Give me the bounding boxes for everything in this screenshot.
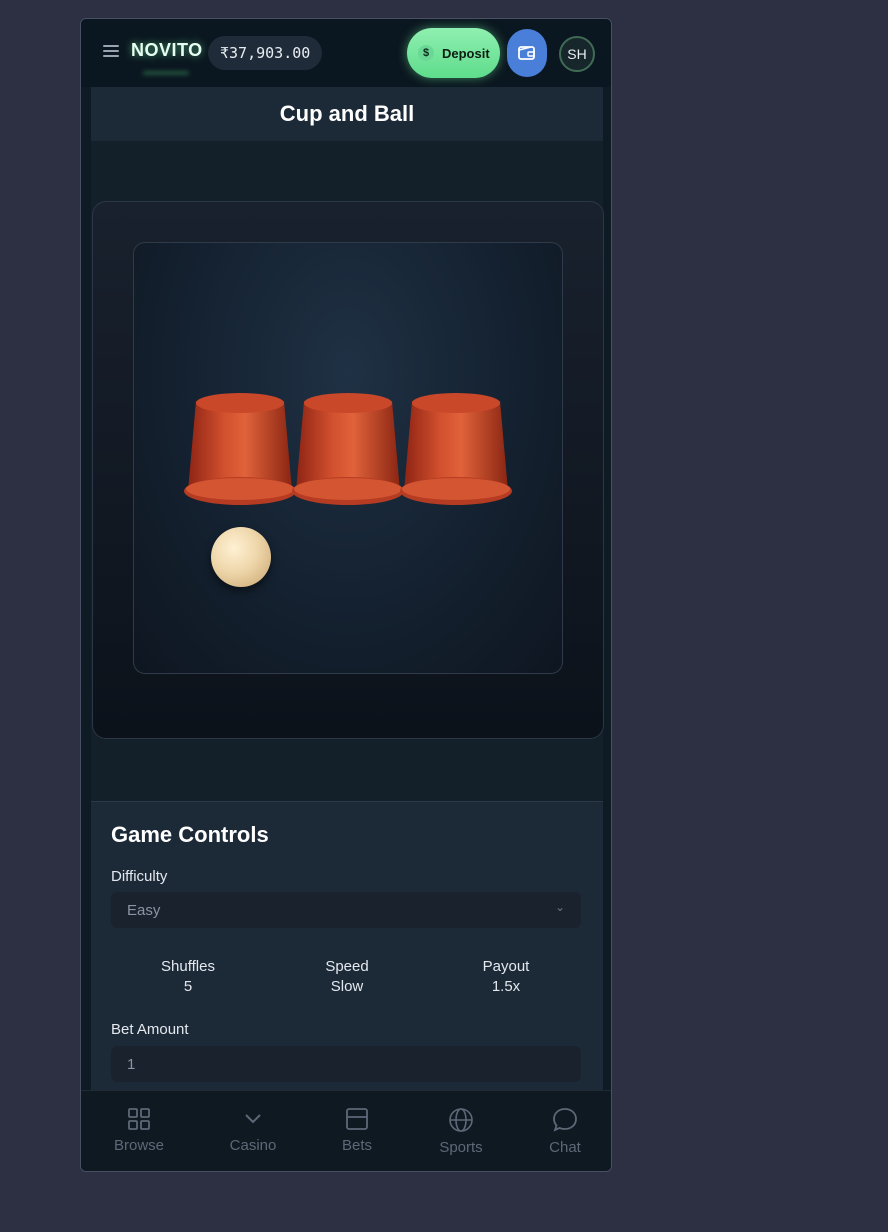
wallet-button[interactable] <box>507 29 547 77</box>
brand-logo[interactable]: NOVITO <box>131 40 203 61</box>
globe-icon <box>449 1108 473 1132</box>
controls-title: Game Controls <box>111 822 269 847</box>
nav-label: Casino <box>229 1137 277 1154</box>
stat-speed: Speed Slow <box>267 957 427 997</box>
bet-amount-label: Bet Amount <box>111 1021 189 1038</box>
cup-table <box>133 242 563 674</box>
chevron-down-icon: ⌄ <box>554 900 565 914</box>
stat-value: 1.5x <box>491 978 521 995</box>
grid-icon <box>128 1108 150 1130</box>
cup-1[interactable] <box>182 391 298 523</box>
ticket-icon <box>346 1108 368 1130</box>
stat-label: Payout <box>482 958 530 975</box>
stat-payout: Payout 1.5x <box>426 957 586 997</box>
app-frame: NOVITO ₹37,903.00 $ Deposit SH Cup and B… <box>80 18 612 1172</box>
chat-bubble-icon <box>553 1108 577 1132</box>
stat-value: Slow <box>330 978 364 995</box>
game-controls-panel: Game Controls Difficulty Easy ⌄ Shuffles… <box>91 801 603 1128</box>
bet-amount-value: 1 <box>127 1056 136 1073</box>
bet-amount-input[interactable]: 1 <box>111 1046 581 1082</box>
chevron-down-icon <box>245 1114 261 1124</box>
nav-label: Sports <box>439 1139 483 1156</box>
game-board <box>92 201 604 739</box>
hamburger-menu-icon[interactable] <box>103 45 119 57</box>
nav-casino[interactable]: Casino <box>213 1107 293 1154</box>
bottom-navigation: Browse Casino Bets Sports Chat <box>81 1090 611 1171</box>
nav-browse[interactable]: Browse <box>99 1107 179 1154</box>
stat-label: Shuffles <box>161 958 215 975</box>
wallet-icon <box>518 46 535 60</box>
stat-shuffles: Shuffles 5 <box>108 957 268 997</box>
ball <box>211 527 271 587</box>
difficulty-label: Difficulty <box>111 868 168 885</box>
user-avatar[interactable]: SH <box>559 36 595 72</box>
nav-label: Bets <box>341 1137 372 1154</box>
nav-label: Browse <box>113 1137 165 1154</box>
game-header: Cup and Ball <box>91 87 603 141</box>
nav-bets[interactable]: Bets <box>317 1107 397 1154</box>
balance-display[interactable]: ₹37,903.00 <box>208 36 323 70</box>
logo-glow <box>143 71 189 75</box>
nav-label: Chat <box>549 1139 581 1156</box>
deposit-label: Deposit <box>442 45 490 61</box>
deposit-button[interactable]: $ Deposit <box>407 28 500 78</box>
stat-value: 5 <box>183 978 193 995</box>
top-bar: NOVITO ₹37,903.00 $ Deposit SH <box>81 19 611 87</box>
cup-3[interactable] <box>398 391 514 523</box>
nav-sports[interactable]: Sports <box>421 1107 501 1156</box>
stat-label: Speed <box>325 958 369 975</box>
cup-2[interactable] <box>290 391 406 523</box>
dollar-coin-icon: $ <box>418 45 434 61</box>
difficulty-value: Easy <box>127 902 161 919</box>
nav-chat[interactable]: Chat <box>525 1107 605 1156</box>
difficulty-select[interactable]: Easy ⌄ <box>111 892 581 928</box>
game-title: Cup and Ball <box>279 101 415 126</box>
